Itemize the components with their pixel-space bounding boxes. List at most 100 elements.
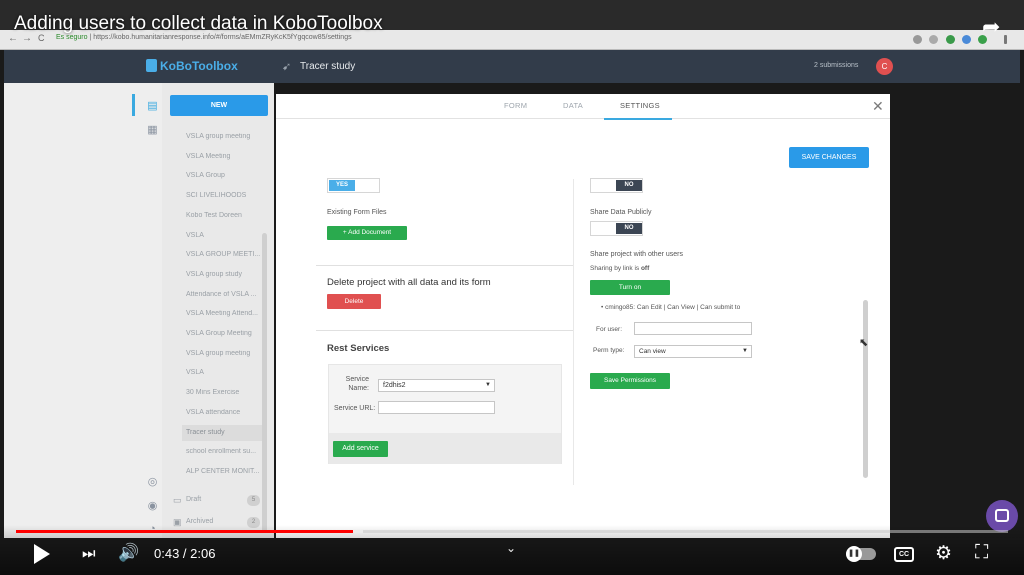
service-url-input[interactable]: [378, 401, 495, 414]
caret-down-icon: ▼: [742, 348, 748, 354]
perm-type-value: Can view: [639, 348, 666, 355]
toggle-no-knob: NO: [616, 180, 642, 191]
user-permission-row: • cmingo85: Can Edit | Can View | Can su…: [601, 304, 741, 311]
sidebar-project-item[interactable]: VSLA GROUP MEETI...: [186, 251, 262, 258]
turn-on-button[interactable]: Turn on: [590, 280, 670, 295]
sidebar-project-item[interactable]: VSLA group study: [186, 271, 262, 278]
share-users-heading: Share project with other users: [590, 251, 683, 258]
rocket-icon: ➹: [282, 61, 292, 73]
sidebar-project-item[interactable]: VSLA Meeting Attend...: [186, 310, 262, 317]
add-service-button[interactable]: Add service: [333, 441, 388, 457]
progress-bar[interactable]: [16, 530, 1008, 533]
toggle-yes-knob: YES: [329, 180, 355, 191]
github-icon[interactable]: ◉: [146, 499, 159, 512]
time-current: 0:43: [154, 546, 180, 561]
project-title: Tracer study: [300, 61, 356, 72]
toggle-require-auth[interactable]: NO: [590, 178, 643, 193]
sidebar-project-item[interactable]: Kobo Test Doreen: [186, 212, 262, 219]
service-name-select[interactable]: f2dhis2 ▼: [378, 379, 495, 392]
logo-text: KoBoToolbox: [160, 59, 238, 73]
chevron-down-icon[interactable]: ⌄: [506, 541, 516, 555]
delete-heading: Delete project with all data and its for…: [327, 277, 491, 288]
star-icon[interactable]: [929, 35, 938, 44]
sidebar-project-item[interactable]: VSLA group meeting: [186, 350, 262, 357]
add-document-button[interactable]: + Add Document: [327, 226, 407, 240]
chat-widget[interactable]: [986, 500, 1018, 532]
save-permissions-button[interactable]: Save Permissions: [590, 373, 670, 389]
column-divider: [573, 179, 574, 485]
sidebar-project-item[interactable]: SCI LIVELIHOODS: [186, 192, 262, 199]
url-field[interactable]: Es seguro | https://kobo.humanitarianres…: [56, 34, 352, 41]
sidebar-project-item[interactable]: Attendance of VSLA ...: [186, 291, 262, 298]
sidebar-scrollbar[interactable]: [262, 233, 267, 533]
for-user-input[interactable]: [634, 322, 752, 335]
library-icon[interactable]: ▦: [146, 123, 159, 136]
project-sidebar: NEW VSLA group meeting VSLA Meeting VSLA G…: [162, 83, 274, 538]
group-draft[interactable]: Draft: [186, 496, 201, 503]
sidebar-project-item[interactable]: VSLA Group Meeting: [186, 330, 262, 337]
pause-icon: ❚❚: [846, 546, 862, 562]
time-total: 2:06: [190, 546, 216, 561]
sidebar-project-item[interactable]: VSLA: [186, 369, 262, 376]
sidebar-project-item[interactable]: ALP CENTER MONIT...: [186, 468, 262, 475]
settings-modal: FORM DATA SETTINGS ✕ SAVE CHANGES YES Ex…: [276, 94, 890, 538]
close-icon[interactable]: ✕: [872, 98, 884, 115]
sidebar-project-item[interactable]: VSLA attendance: [186, 409, 262, 416]
sidebar-project-item[interactable]: VSLA group meeting: [186, 133, 262, 140]
sidebar-project-item[interactable]: VSLA: [186, 232, 262, 239]
for-user-label: For user:: [596, 326, 623, 333]
tab-form[interactable]: FORM: [504, 101, 527, 110]
help-icon[interactable]: ◎: [146, 475, 159, 488]
url-text: https://kobo.humanitarianresponse.info/#…: [93, 34, 352, 41]
time-display: 0:43 / 2:06: [154, 546, 216, 561]
sharing-link-prefix: Sharing by link is: [590, 265, 641, 272]
video-title[interactable]: Adding users to collect data in KoboTool…: [14, 13, 383, 35]
volume-icon[interactable]: 🔊: [118, 543, 139, 563]
extension-icon[interactable]: [946, 35, 955, 44]
mouse-cursor-icon: ⬉: [859, 337, 869, 349]
rest-form-footer: Add service: [329, 433, 561, 464]
secure-label: Es seguro: [56, 34, 88, 41]
rest-service-form: Service Name: f2dhis2 ▼ Service URL: Add …: [328, 364, 562, 464]
translate-icon[interactable]: [913, 35, 922, 44]
delete-button[interactable]: Delete: [327, 294, 381, 309]
toggle-no-knob: NO: [616, 223, 642, 234]
sidebar-project-item[interactable]: VSLA Meeting: [186, 153, 262, 160]
user-permission-text: cmingo85: Can Edit | Can View | Can subm…: [605, 304, 741, 311]
kobo-logo[interactable]: KoBoToolbox: [146, 59, 238, 73]
perm-type-select[interactable]: Can view ▼: [634, 345, 752, 358]
autoplay-toggle[interactable]: ❚❚: [846, 546, 876, 562]
progress-fill: [16, 530, 354, 533]
share-publicly-label: Share Data Publicly: [590, 209, 652, 216]
sidebar-project-item[interactable]: Tracer study: [182, 424, 262, 441]
caret-down-icon: ▼: [485, 382, 491, 388]
menu-icon[interactable]: [1004, 35, 1007, 44]
save-changes-button[interactable]: SAVE CHANGES: [789, 147, 869, 168]
sidebar-project-item[interactable]: VSLA Group: [186, 172, 262, 179]
group-archived[interactable]: Archived: [186, 518, 213, 525]
forms-icon[interactable]: ▤: [146, 99, 159, 112]
existing-files-label: Existing Form Files: [327, 209, 387, 216]
play-icon[interactable]: [34, 544, 50, 564]
service-name-value: f2dhis2: [383, 382, 406, 389]
gear-icon[interactable]: ⚙: [935, 542, 952, 565]
next-icon[interactable]: ⏭: [82, 545, 96, 562]
extension-icon[interactable]: [962, 35, 971, 44]
sidebar-project-item[interactable]: school enrollment su...: [186, 448, 262, 455]
avatar[interactable]: C: [876, 58, 893, 75]
sharing-link-status: Sharing by link is off: [590, 265, 649, 272]
tab-settings[interactable]: SETTINGS: [620, 101, 660, 110]
perm-type-label: Perm type:: [593, 347, 625, 354]
new-project-button[interactable]: NEW: [170, 95, 268, 116]
tab-data[interactable]: DATA: [563, 101, 583, 110]
exit-fullscreen-icon[interactable]: ⛶: [975, 542, 988, 564]
sharing-link-state: off: [640, 265, 650, 272]
captions-button[interactable]: CC: [894, 547, 914, 562]
rest-services-heading: Rest Services: [327, 343, 390, 354]
toggle-share-publicly[interactable]: NO: [590, 221, 643, 236]
sidebar-project-item[interactable]: 30 Mins Exercise: [186, 389, 262, 396]
app-header: KoBoToolbox ➹ Tracer study 2 submissions…: [4, 50, 1020, 83]
modal-scrollbar[interactable]: [863, 300, 868, 478]
toggle-allow-anonymous[interactable]: YES: [327, 178, 380, 193]
share-icon[interactable]: ➦: [982, 14, 1000, 40]
